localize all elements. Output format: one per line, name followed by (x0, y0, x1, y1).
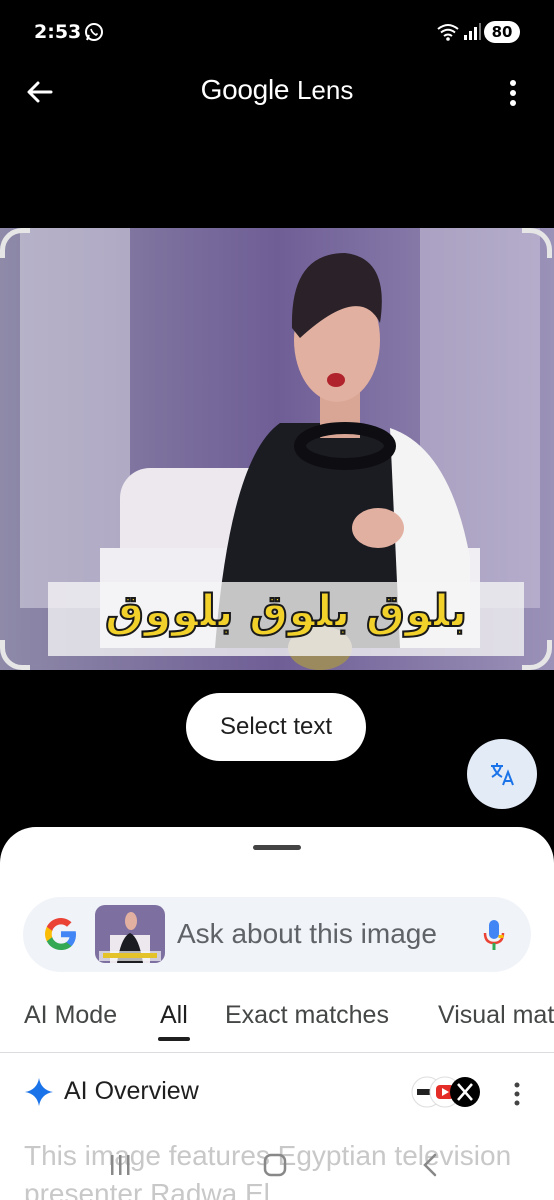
search-input[interactable]: Ask about this image (177, 918, 453, 950)
ai-overview-more-icon[interactable] (508, 1081, 526, 1107)
battery-indicator: 80 (484, 21, 520, 43)
tab-all[interactable]: All (160, 1001, 188, 1030)
results-tabs: AI Mode All Exact matches Visual matches (0, 995, 554, 1053)
mic-icon[interactable] (483, 919, 505, 951)
status-bar: 2:53 80 (0, 0, 554, 64)
translate-icon (491, 763, 514, 786)
app-title: Google Lens (0, 74, 554, 106)
signal-icon (464, 23, 481, 40)
active-tab-indicator (158, 1037, 190, 1041)
source-icons[interactable] (410, 1075, 482, 1109)
search-bar[interactable]: Ask about this image (23, 897, 531, 972)
ai-overview-title: AI Overview (64, 1077, 199, 1105)
tab-ai-mode[interactable]: AI Mode (24, 1001, 117, 1030)
wifi-icon (437, 24, 459, 41)
status-time: 2:53 (34, 21, 82, 43)
translate-button[interactable] (467, 739, 537, 809)
tab-exact-matches[interactable]: Exact matches (225, 1001, 389, 1030)
ai-overview-header: AI Overview (0, 1069, 554, 1119)
recents-icon[interactable] (108, 1153, 132, 1177)
app-title-brand: Google (200, 74, 290, 105)
image-caption: بلوق بلوق بلووق (104, 585, 468, 638)
results-sheet: Ask about this image AI Mode All Exact m… (0, 827, 554, 1200)
more-vert-icon[interactable] (502, 78, 524, 108)
google-g-icon (45, 918, 76, 950)
drag-handle[interactable] (253, 845, 301, 850)
app-title-product: Lens (296, 75, 354, 105)
image-thumbnail[interactable] (95, 905, 165, 963)
nav-back-icon[interactable] (418, 1152, 442, 1178)
home-icon[interactable] (262, 1152, 288, 1178)
tab-visual-matches[interactable]: Visual matches (438, 1001, 554, 1030)
whatsapp-icon (85, 23, 103, 41)
sparkle-icon (25, 1078, 53, 1106)
select-text-button[interactable]: Select text (186, 693, 366, 761)
